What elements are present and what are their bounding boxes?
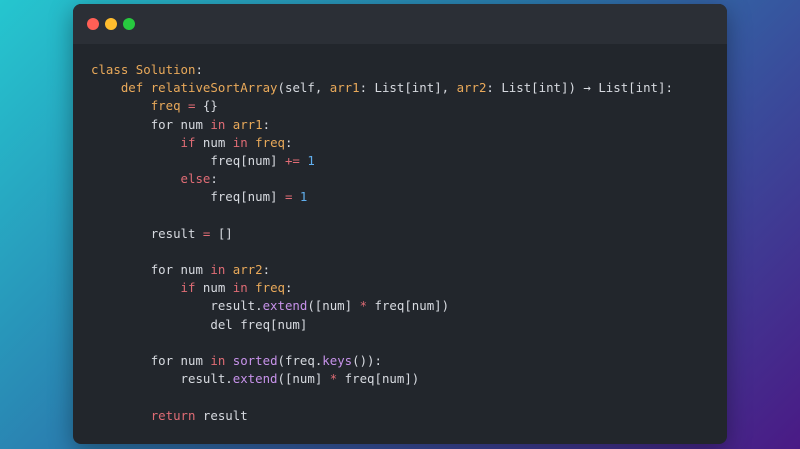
- code-token: for num: [150, 262, 211, 278]
- code-token: in: [210, 116, 226, 132]
- code-token: result: [195, 407, 248, 423]
- code-window: class Solution: def relativeSortArray(se…: [73, 4, 727, 444]
- code-token: (self,: [277, 80, 330, 96]
- code-token: result.: [210, 298, 263, 314]
- code-token: []: [210, 225, 233, 241]
- code-token: freq: [255, 134, 285, 150]
- close-icon[interactable]: [87, 18, 99, 30]
- code-line: for num in sorted(freq.keys()):: [91, 352, 673, 370]
- code-token: in: [210, 353, 226, 368]
- code-token: extend: [232, 371, 278, 387]
- code-token: for num: [150, 116, 211, 132]
- code-block: class Solution: def relativeSortArray(se…: [91, 61, 673, 425]
- code-token: (freq.: [277, 353, 323, 368]
- code-token: *: [359, 298, 368, 314]
- minimize-icon[interactable]: [105, 18, 117, 30]
- code-token: ([num]: [307, 298, 360, 314]
- code-token: : List[int],: [359, 80, 457, 96]
- code-line: freq[num] += 1: [91, 152, 673, 170]
- code-token: in: [232, 134, 248, 150]
- code-token: 1: [307, 152, 315, 168]
- code-token: arr2: [232, 262, 263, 278]
- code-token: extend: [262, 298, 308, 314]
- code-token: freq[num]: [210, 152, 285, 168]
- code-token: →: [583, 80, 591, 96]
- code-line: def relativeSortArray(self, arr1: List[i…: [91, 79, 673, 97]
- window-titlebar: [73, 4, 727, 44]
- code-token: Solution: [135, 62, 196, 77]
- code-line: for num in arr1:: [91, 116, 673, 134]
- code-token: freq: [150, 98, 181, 114]
- code-line: del freq[num]: [91, 316, 673, 334]
- code-token: 1: [299, 189, 308, 205]
- maximize-icon[interactable]: [123, 18, 135, 30]
- code-token: del freq[num]: [210, 316, 308, 332]
- code-token: arr1: [232, 116, 263, 132]
- code-line: freq[num] = 1: [91, 188, 673, 206]
- code-token: :: [262, 262, 271, 278]
- code-token: +=: [284, 152, 300, 168]
- code-token: freq: [255, 280, 285, 296]
- code-line: freq = {}: [91, 97, 673, 115]
- code-line: result.extend([num] * freq[num]): [91, 297, 673, 315]
- code-token: :: [285, 134, 293, 150]
- code-line: if num in freq:: [91, 279, 673, 297]
- code-token: freq[num]): [367, 298, 450, 314]
- code-token: relativeSortArray: [150, 80, 278, 96]
- code-token: def: [120, 80, 144, 96]
- code-token: class: [91, 62, 129, 77]
- code-line: if num in freq:: [91, 134, 673, 152]
- code-token: if: [180, 280, 196, 296]
- code-token: in: [210, 262, 226, 278]
- code-token: :: [210, 171, 218, 187]
- code-line: return result: [91, 407, 673, 425]
- code-token: result.: [180, 371, 233, 387]
- code-token: num: [195, 134, 233, 150]
- code-token: result: [150, 225, 203, 241]
- code-line: result.extend([num] * freq[num]): [91, 370, 673, 388]
- code-line: class Solution:: [91, 61, 673, 79]
- code-line: result = []: [91, 225, 673, 243]
- code-token: {}: [195, 98, 218, 114]
- code-token: in: [232, 280, 248, 296]
- code-token: freq[num]: [210, 189, 285, 205]
- code-token: List[int]:: [590, 80, 673, 96]
- code-line: else:: [91, 170, 673, 188]
- code-token: :: [285, 280, 293, 296]
- code-token: : List[int]): [486, 80, 584, 96]
- code-token: freq[num]): [337, 371, 420, 387]
- code-token: arr2: [456, 80, 487, 96]
- code-token: for num: [150, 353, 211, 368]
- code-token: num: [195, 280, 233, 296]
- code-token: ()):: [352, 353, 382, 368]
- code-token: return: [150, 407, 196, 423]
- code-token: sorted: [232, 353, 278, 368]
- code-token: arr1: [329, 80, 360, 96]
- code-token: else: [180, 171, 211, 187]
- code-token: keys: [322, 353, 353, 368]
- code-line: for num in arr2:: [91, 261, 673, 279]
- code-token: :: [262, 116, 271, 132]
- code-token: if: [180, 134, 196, 150]
- code-token: ([num]: [277, 371, 330, 387]
- code-token: :: [195, 62, 203, 77]
